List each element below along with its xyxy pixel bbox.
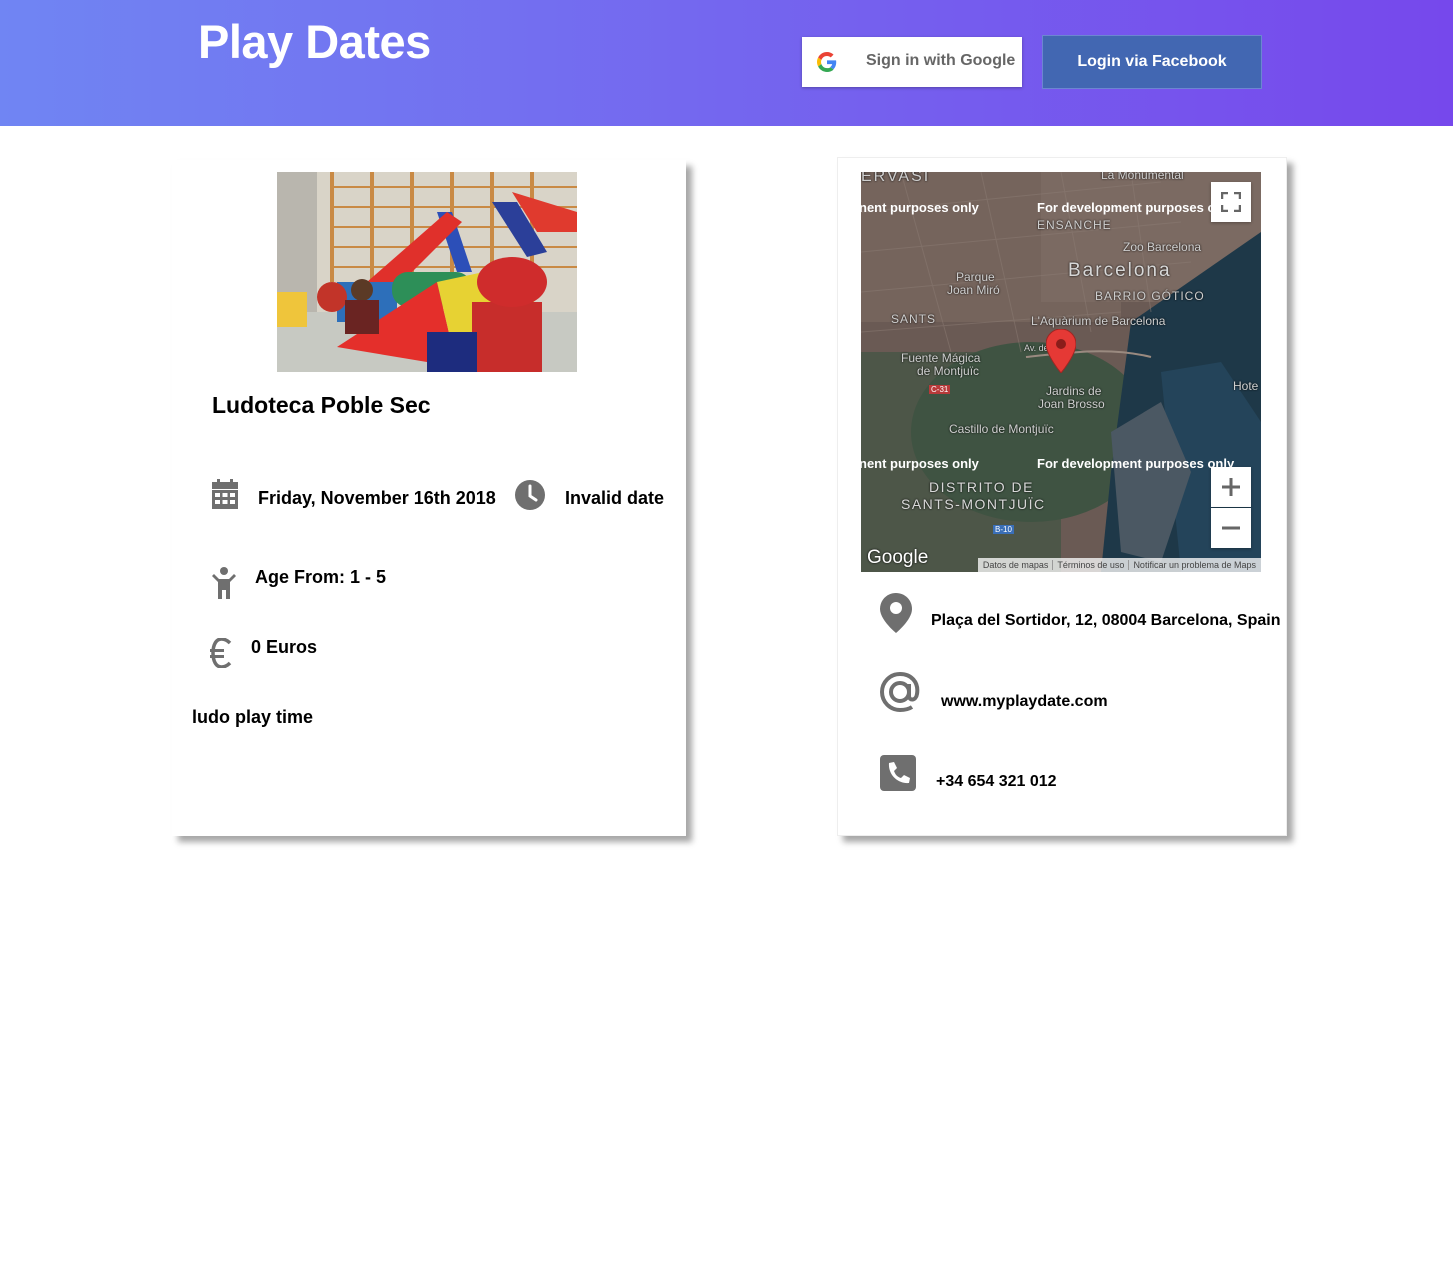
map-label-montjuic-short: de Montjuïc [917, 364, 980, 378]
event-price: 0 Euros [251, 637, 318, 657]
map-label-gervasi: ERVASI [861, 172, 931, 185]
location-pin-icon [880, 593, 912, 633]
map-attribution: Datos de mapas Términos de uso Notificar… [977, 558, 1261, 572]
map-label-monumental: La Monumental [1101, 172, 1184, 182]
calendar-icon [212, 479, 238, 509]
dev-notice-3: nent purposes only [861, 456, 979, 471]
dev-notice-2: For development purposes only [1037, 200, 1235, 215]
header-bar: Play Dates Sign in with Google Login via… [0, 0, 1453, 126]
google-signin-button[interactable]: Sign in with Google [802, 37, 1022, 87]
event-date: Friday, November 16th 2018 [258, 488, 496, 508]
child-icon [212, 567, 236, 599]
website-link[interactable]: www.myplaydate.com [941, 693, 1108, 711]
clock-icon [515, 480, 545, 510]
road-badge-b10: B-10 [993, 525, 1014, 534]
map-label-sants-montjuic: SANTS-MONTJUÏC [901, 496, 1046, 512]
map-label-hotel: Hote [1233, 379, 1259, 393]
map-label-zoo: Zoo Barcelona [1123, 240, 1202, 254]
map-label-castillo: Castillo de Montjuïc [949, 422, 1054, 436]
map-marker-icon[interactable] [1046, 329, 1076, 373]
plus-icon [1222, 478, 1240, 496]
map-fullscreen-button[interactable] [1211, 182, 1251, 222]
location-card: ERVASI La Monumental nent purposes only … [837, 157, 1287, 836]
map-label-ensanche: ENSANCHE [1037, 218, 1112, 232]
event-card: Ludoteca Poble Sec Friday, November 16th… [172, 160, 686, 836]
at-sign-icon [880, 672, 920, 712]
euro-icon [210, 638, 232, 668]
road-badge-c31: C-31 [929, 385, 951, 394]
dev-notice-4: For development purposes only [1037, 456, 1235, 471]
brand-title[interactable]: Play Dates [198, 14, 431, 69]
google-signin-label: Sign in with Google [866, 52, 1016, 69]
facebook-login-button[interactable]: Login via Facebook [1042, 35, 1262, 89]
minus-icon [1222, 526, 1240, 530]
event-age: Age From: 1 - 5 [255, 567, 387, 587]
map-label-fuente: Fuente Mágica [901, 351, 981, 365]
event-time: Invalid date [565, 488, 665, 508]
map-label-gotico: BARRIO GÓTICO [1095, 289, 1205, 303]
google-logo[interactable]: Google [867, 547, 928, 569]
event-photo [277, 172, 577, 372]
map-label-joan-miro: Joan Miró [947, 283, 1000, 297]
map-label-barcelona: Barcelona [1068, 260, 1172, 281]
attrib-report[interactable]: Notificar un problema de Maps [1128, 560, 1256, 570]
location-map[interactable]: ERVASI La Monumental nent purposes only … [861, 172, 1261, 572]
map-label-sants: SANTS [891, 312, 937, 326]
map-label-parque: Parque [956, 270, 995, 284]
event-description: ludo play time [192, 707, 314, 727]
map-label-districto: DISTRITO DE [929, 479, 1034, 495]
phone-number[interactable]: +34 654 321 012 [936, 773, 1057, 791]
map-label-aquarium: L'Aquàrium de Barcelona [1031, 314, 1166, 328]
map-zoom-in-button[interactable] [1211, 467, 1251, 507]
attrib-map-data[interactable]: Datos de mapas [983, 560, 1049, 570]
google-g-icon [817, 52, 837, 72]
dev-notice-1: nent purposes only [861, 200, 979, 215]
fullscreen-icon [1221, 192, 1241, 212]
map-label-jardins: Jardins de [1046, 384, 1102, 398]
map-label-joan-brosso: Joan Brosso [1038, 397, 1105, 411]
phone-icon [880, 755, 916, 791]
attrib-terms[interactable]: Términos de uso [1052, 560, 1124, 570]
map-zoom-out-button[interactable] [1211, 508, 1251, 548]
map-label-av: Av. de [1024, 343, 1049, 353]
event-title: Ludoteca Poble Sec [212, 392, 431, 418]
address-text: Plaça del Sortidor, 12, 08004 Barcelona,… [931, 612, 1281, 629]
